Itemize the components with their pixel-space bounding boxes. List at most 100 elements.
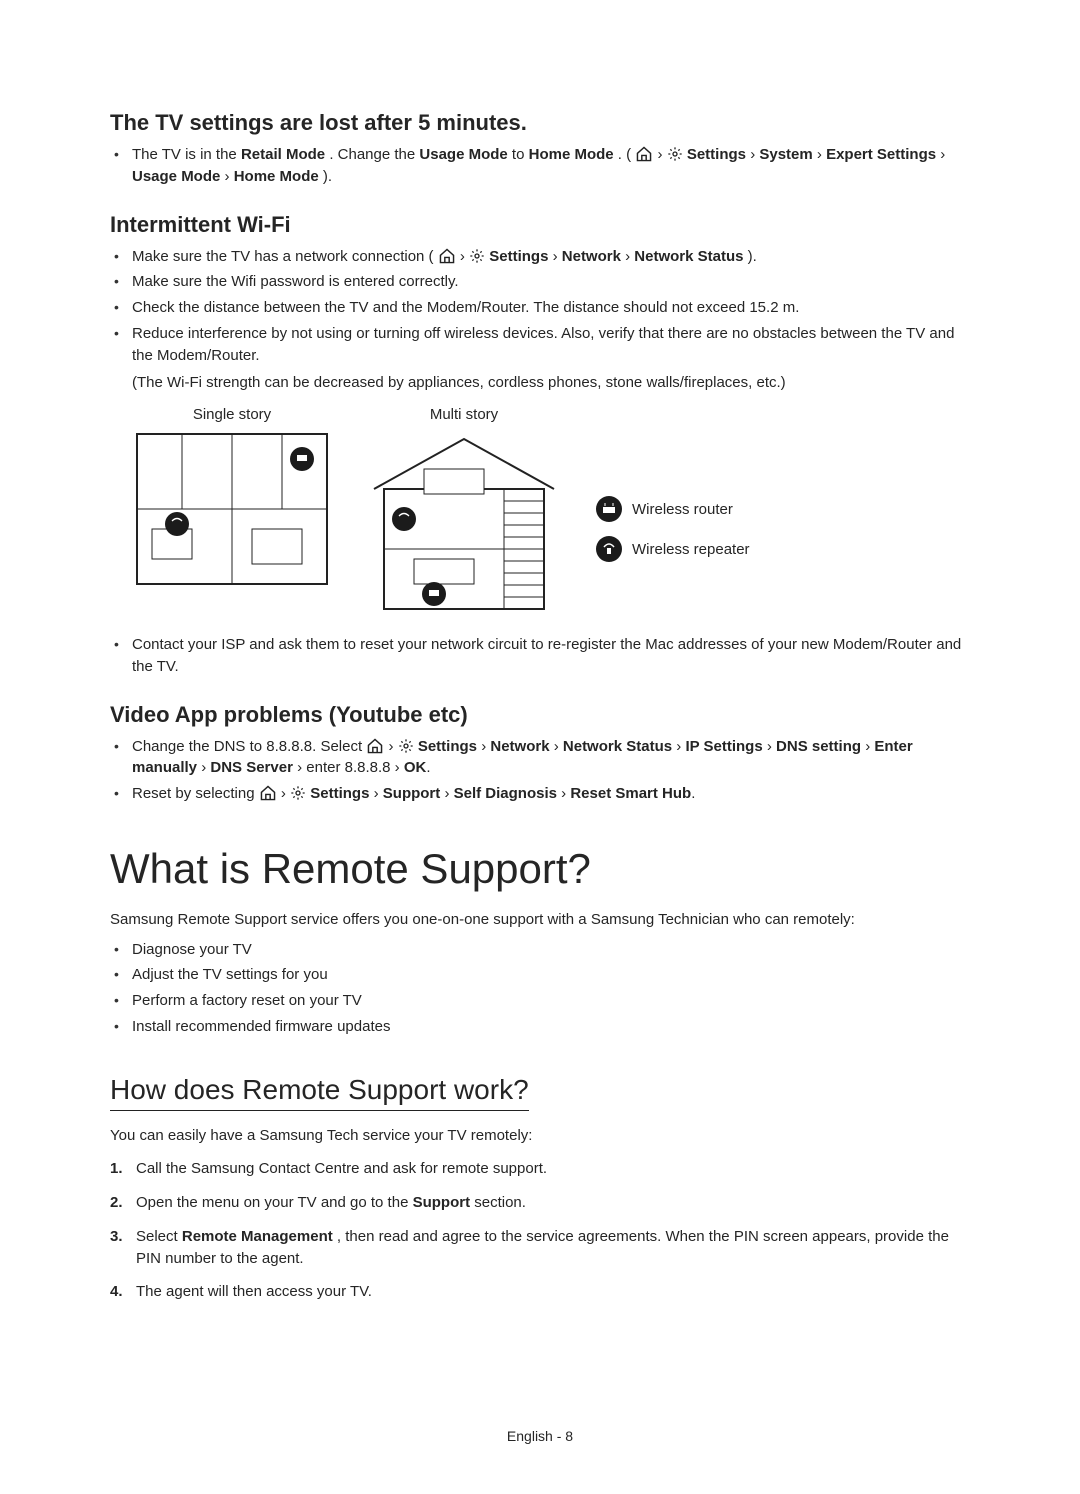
arrow-icon: › (625, 248, 634, 265)
text: enter 8.8.8.8 (306, 759, 394, 776)
section-tv-settings-lost: The TV settings are lost after 5 minutes… (110, 110, 970, 188)
how-intro: You can easily have a Samsung Tech servi… (110, 1125, 970, 1147)
step-number: 1. (110, 1158, 123, 1180)
step-number: 4. (110, 1281, 123, 1303)
heading-video-app: Video App problems (Youtube etc) (110, 702, 970, 728)
list-item: Make sure the Wifi password is entered c… (110, 271, 970, 293)
remote-intro: Samsung Remote Support service offers yo… (110, 909, 970, 931)
text: Change the DNS to 8.8.8.8. Select (132, 738, 366, 755)
list-item: Reduce interference by not using or turn… (110, 323, 970, 394)
arrow-icon: › (817, 146, 826, 163)
text: . ( (618, 146, 631, 163)
home-icon (366, 738, 384, 754)
text: Open the menu on your TV and go to the (136, 1194, 413, 1211)
heading-how-remote-support: How does Remote Support work? (110, 1074, 529, 1111)
text: Reset by selecting (132, 785, 259, 802)
keyword-dns-setting: DNS setting (776, 738, 861, 755)
arrow-icon: › (767, 738, 776, 755)
list-remote: Diagnose your TV Adjust the TV settings … (110, 939, 970, 1038)
diagram-label-single: Single story (132, 406, 332, 423)
arrow-icon: › (374, 785, 383, 802)
arrow-icon: › (388, 738, 397, 755)
heading-intermittent-wifi: Intermittent Wi-Fi (110, 212, 970, 238)
diagram-legend: Wireless router Wireless repeater (596, 496, 750, 562)
keyword-expert-settings: Expert Settings (826, 146, 936, 163)
step-1: 1. Call the Samsung Contact Centre and as… (110, 1158, 970, 1180)
arrow-icon: › (281, 785, 290, 802)
text: Make sure the TV has a network connectio… (132, 248, 434, 265)
legend-label: Wireless router (632, 501, 733, 518)
list-item: Install recommended firmware updates (110, 1016, 970, 1038)
list-video: Change the DNS to 8.8.8.8. Select › Sett… (110, 736, 970, 805)
list-item: Adjust the TV settings for you (110, 964, 970, 986)
arrow-icon: › (865, 738, 874, 755)
keyword-dns-server: DNS Server (210, 759, 293, 776)
gear-icon (469, 248, 485, 264)
keyword-retail-mode: Retail Mode (241, 146, 325, 163)
legend-repeater: Wireless repeater (596, 536, 750, 562)
text: ). (748, 248, 757, 265)
list-item: Diagnose your TV (110, 939, 970, 961)
text: The agent will then access your TV. (136, 1283, 372, 1300)
home-icon (635, 146, 653, 162)
arrow-icon: › (395, 759, 404, 776)
floorplan-single-icon (132, 429, 332, 589)
step-2: 2. Open the menu on your TV and go to th… (110, 1192, 970, 1214)
keyword-reset-smart-hub: Reset Smart Hub (570, 785, 691, 802)
arrow-icon: › (460, 248, 469, 265)
keyword-ip-settings: IP Settings (685, 738, 762, 755)
page-footer: English - 8 (0, 1428, 1080, 1444)
gear-icon (290, 785, 306, 801)
arrow-icon: › (657, 146, 666, 163)
keyword-network: Network (562, 248, 621, 265)
step-3: 3. Select Remote Management , then read … (110, 1226, 970, 1270)
diagram-single-story: Single story (132, 406, 332, 594)
nav-path: › Settings › Network › Network Status (438, 248, 748, 265)
keyword-ok: OK (404, 759, 427, 776)
home-icon (438, 248, 456, 264)
keyword-network: Network (490, 738, 549, 755)
legend-router: Wireless router (596, 496, 750, 522)
arrow-icon: › (201, 759, 210, 776)
keyword-settings: Settings (310, 785, 369, 802)
text: Call the Samsung Contact Centre and ask … (136, 1160, 547, 1177)
legend-label: Wireless repeater (632, 541, 750, 558)
gear-icon (398, 738, 414, 754)
text: Reduce interference by not using or turn… (132, 325, 954, 364)
keyword-home-mode: Home Mode (234, 168, 319, 185)
heading-tv-settings-lost: The TV settings are lost after 5 minutes… (110, 110, 970, 136)
wifi-note: (The Wi-Fi strength can be decreased by … (132, 372, 970, 394)
arrow-icon: › (750, 146, 759, 163)
steps-remote-support: 1. Call the Samsung Contact Centre and as… (110, 1158, 970, 1303)
arrow-icon: › (481, 738, 490, 755)
keyword-remote-management: Remote Management (182, 1228, 333, 1245)
arrow-icon: › (297, 759, 306, 776)
wifi-diagrams: Single story Multi story (132, 406, 970, 624)
keyword-support: Support (413, 1194, 471, 1211)
arrow-icon: › (554, 738, 563, 755)
keyword-network-status: Network Status (634, 248, 743, 265)
arrow-icon: › (225, 168, 234, 185)
repeater-icon (596, 536, 622, 562)
keyword-support: Support (383, 785, 441, 802)
keyword-usage-mode: Usage Mode (419, 146, 507, 163)
section-intermittent-wifi: Intermittent Wi-Fi Make sure the TV has … (110, 212, 970, 678)
keyword-usage-mode: Usage Mode (132, 168, 220, 185)
diagram-multi-story: Multi story (364, 406, 564, 624)
list-item: Change the DNS to 8.8.8.8. Select › Sett… (110, 736, 970, 780)
home-icon (259, 785, 277, 801)
arrow-icon: › (444, 785, 453, 802)
text: . Change the (329, 146, 419, 163)
keyword-settings: Settings (489, 248, 548, 265)
list-item: Contact your ISP and ask them to reset y… (110, 634, 970, 678)
list-item: Make sure the TV has a network connectio… (110, 246, 970, 268)
router-icon (596, 496, 622, 522)
section-video-app: Video App problems (Youtube etc) Change … (110, 702, 970, 805)
list-item: Reset by selecting › Settings › Support … (110, 783, 970, 805)
list-item: Check the distance between the TV and th… (110, 297, 970, 319)
list-tv-settings: The TV is in the Retail Mode . Change th… (110, 144, 970, 188)
keyword-system: System (759, 146, 812, 163)
step-number: 2. (110, 1192, 123, 1214)
keyword-settings: Settings (418, 738, 477, 755)
house-multi-icon (364, 429, 564, 619)
